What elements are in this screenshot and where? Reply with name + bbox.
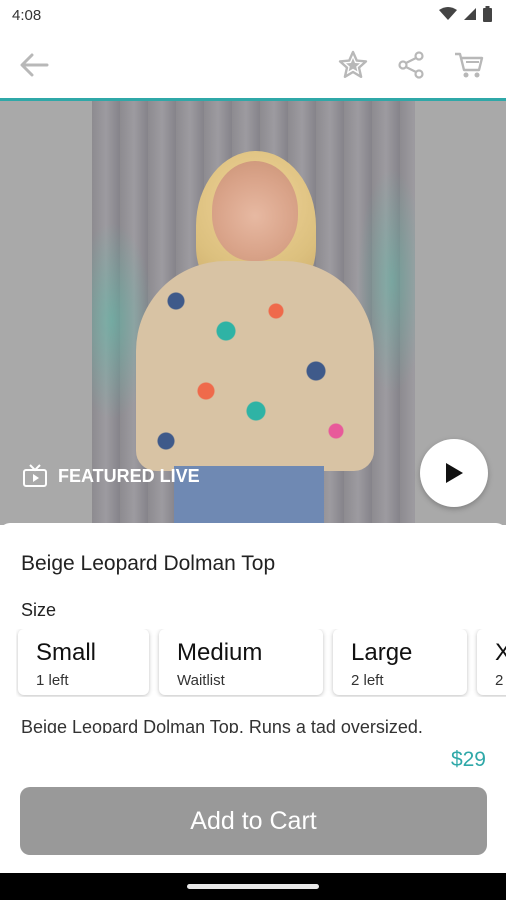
size-label: Size [21, 600, 57, 620]
size-option-x[interactable]: X 2 [477, 629, 506, 695]
home-gesture-handle[interactable] [187, 884, 319, 889]
cart-button[interactable] [451, 47, 487, 83]
app-bar [0, 32, 506, 98]
battery-icon [483, 6, 492, 22]
wifi-icon [439, 7, 457, 20]
status-bar: 4:08 [0, 0, 506, 32]
price: $29 [450, 748, 486, 771]
size-option-large[interactable]: Large 2 left [333, 629, 467, 695]
size-name: Large [351, 639, 413, 666]
back-arrow-icon [20, 53, 49, 77]
size-name: Small [36, 639, 97, 666]
size-availability: 2 left [351, 672, 384, 689]
product-title: Beige Leopard Dolman Top [21, 552, 276, 575]
size-availability: Waitlist [177, 672, 225, 689]
video-player[interactable]: FEATURED LIVE [0, 101, 506, 525]
size-name: Medium [177, 639, 263, 666]
signal-icon [464, 8, 476, 20]
size-option-small[interactable]: Small 1 left [18, 629, 149, 695]
play-button[interactable] [420, 439, 488, 507]
size-availability: 1 left [36, 672, 69, 689]
status-icons [439, 6, 492, 22]
share-button[interactable] [393, 47, 429, 83]
featured-live-badge: FEATURED LIVE [22, 464, 200, 488]
star-icon [338, 50, 368, 78]
share-icon [398, 51, 424, 79]
size-option-medium[interactable]: Medium Waitlist [159, 629, 323, 695]
size-options: Small 1 left Medium Waitlist Large 2 lef… [16, 629, 506, 697]
play-icon [446, 463, 463, 483]
favorite-button[interactable] [335, 47, 371, 83]
add-to-cart-button[interactable]: Add to Cart [20, 787, 487, 855]
video-person-top [136, 261, 374, 471]
video-frame [92, 101, 415, 525]
purchase-bar: $29 Add to Cart [0, 733, 506, 873]
cart-icon [455, 52, 484, 78]
video-person-face [212, 161, 298, 261]
size-availability: 2 [495, 672, 504, 689]
back-button[interactable] [16, 47, 52, 83]
product-sheet: Beige Leopard Dolman Top Size Small 1 le… [0, 523, 506, 737]
size-name: X [495, 639, 506, 666]
tv-icon [23, 464, 47, 487]
status-time: 4:08 [12, 7, 42, 24]
featured-live-label: FEATURED LIVE [58, 465, 200, 486]
system-nav-bar [0, 873, 506, 900]
